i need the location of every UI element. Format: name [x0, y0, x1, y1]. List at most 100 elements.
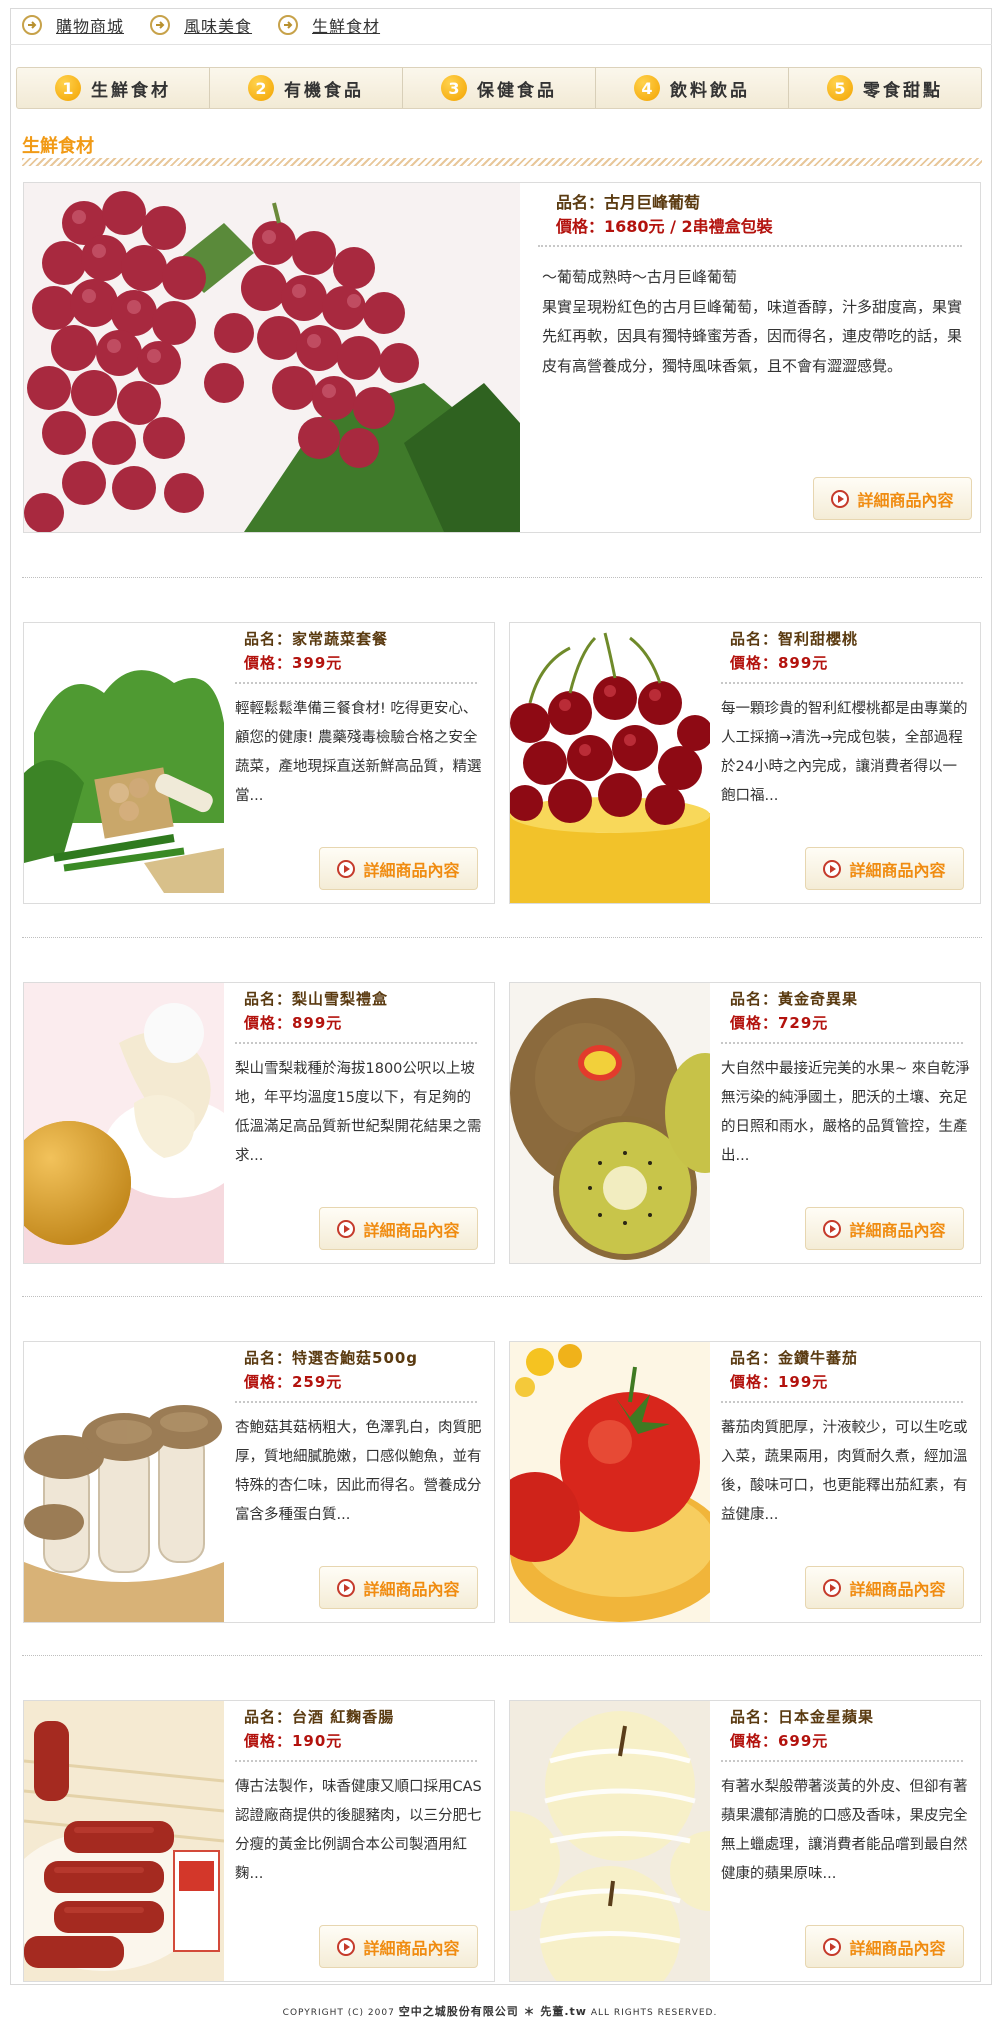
product-desc-text: 果實呈現粉紅色的古月巨峰葡萄，味道香醇，汁多甜度高，果實先紅再軟，因具有獨特蜂蜜… [542, 297, 963, 375]
footer-prefix: COPYRIGHT (C) 2007 [282, 2008, 399, 2018]
product-description: 杏鮑菇其菇柄粗大，色澤乳白，肉質肥厚，質地細膩脆嫩，口感似鮑魚，並有特殊的杏仁味… [235, 1420, 482, 1523]
product-price: 價格：899元 [730, 654, 829, 672]
product-card: 品名：家常蔬菜套餐 價格：399元 輕輕鬆鬆準備三餐食材! 吃得更安心、顧您的健… [23, 622, 495, 904]
product-name: 品名：梨山雪梨禮盒 [244, 990, 389, 1008]
breadcrumb-item-fresh[interactable]: 生鮮食材 [278, 13, 380, 37]
breadcrumb-link[interactable]: 購物商城 [56, 13, 124, 37]
featured-product: 品名：古月巨峰葡萄 價格：1680元 / 2串禮盒包裝 ～葡萄成熟時～古月巨峰葡… [23, 182, 981, 533]
product-description: 有著水梨般帶著淡黃的外皮、但卻有著蘋果濃郁清脆的口感及香味，果皮完全無上蠟處理，… [721, 1779, 968, 1882]
product-price: 價格：729元 [730, 1014, 829, 1032]
play-icon [337, 1937, 356, 1956]
grape-image[interactable] [24, 183, 520, 532]
details-button[interactable]: 詳細商品內容 [813, 477, 972, 520]
play-icon [337, 1219, 356, 1238]
mushroom-image[interactable] [24, 1342, 224, 1622]
product-info: 品名：日本金星蘋果 價格：699元 [730, 1705, 874, 1753]
row-separator [22, 937, 982, 938]
breadcrumb: 購物商城 風味美食 生鮮食材 [22, 12, 406, 38]
product-name: 品名：家常蔬菜套餐 [244, 630, 389, 648]
nav-tab-drinks[interactable]: 4 飲料飲品 [596, 68, 789, 108]
number-badge-icon: 4 [634, 75, 660, 101]
product-card: 品名：台酒 紅麴香腸 價格：190元 傳古法製作，味香健康又順口採用CAS認證廠… [23, 1700, 495, 1982]
kiwi-image[interactable] [510, 983, 710, 1263]
number-badge-icon: 1 [55, 75, 81, 101]
details-button[interactable]: 詳細商品內容 [319, 1207, 478, 1250]
nav-tab-health[interactable]: 3 保健食品 [403, 68, 596, 108]
arrow-right-icon [150, 15, 171, 35]
details-button-label: 詳細商品內容 [363, 1938, 460, 1958]
arrow-right-icon [278, 15, 299, 35]
product-description: ～葡萄成熟時～古月巨峰葡萄 果實呈現粉紅色的古月巨峰葡萄，味道香醇，汁多甜度高，… [542, 263, 964, 381]
nav-tab-label: 生鮮食材 [91, 80, 171, 101]
product-info: 品名：家常蔬菜套餐 價格：399元 [244, 627, 388, 675]
product-description: 蕃茄肉質肥厚，汁液較少，可以生吃或入菜，蔬果兩用，肉質耐久煮，經加溫後，酸味可口… [721, 1420, 968, 1523]
product-name: 品名：古月巨峰葡萄 [556, 193, 701, 212]
product-name: 品名：台酒 紅麴香腸 [244, 1708, 395, 1726]
details-button-label: 詳細商品內容 [363, 860, 460, 880]
footer-copyright: COPYRIGHT (C) 2007 空中之城股份有限公司 ＊ 先董.tw AL… [0, 2003, 1000, 2019]
play-icon [831, 489, 850, 508]
details-button[interactable]: 詳細商品內容 [805, 847, 964, 890]
details-button[interactable]: 詳細商品內容 [805, 1925, 964, 1968]
featured-info: 品名：古月巨峰葡萄 價格：1680元 / 2串禮盒包裝 [556, 191, 773, 239]
number-badge-icon: 2 [248, 75, 274, 101]
product-card: 品名：梨山雪梨禮盒 價格：899元 梨山雪梨栽種於海拔1800公呎以上坡地，年平… [23, 982, 495, 1264]
play-icon [823, 1578, 842, 1597]
row-separator [22, 577, 982, 578]
nav-tab-organic[interactable]: 2 有機食品 [210, 68, 403, 108]
details-button-label: 詳細商品內容 [849, 860, 946, 880]
breadcrumb-link[interactable]: 風味美食 [184, 13, 252, 37]
divider [721, 1760, 963, 1762]
product-info: 品名：智利甜櫻桃 價格：899元 [730, 627, 858, 675]
nav-tab-fresh[interactable]: 1 生鮮食材 [17, 68, 210, 108]
row-separator [22, 1655, 982, 1656]
product-description: 輕輕鬆鬆準備三餐食材! 吃得更安心、顧您的健康! 農藥殘毒檢驗合格之安全蔬菜，產… [235, 701, 482, 804]
product-description: 每一顆珍貴的智利紅櫻桃都是由專業的人工採摘→清洗→完成包裝，全部過程於24小時之… [721, 701, 968, 804]
product-card: 品名：黃金奇異果 價格：729元 大自然中最接近完美的水果~ 來自乾淨無污染的純… [509, 982, 981, 1264]
details-button-label: 詳細商品內容 [857, 490, 954, 510]
tomato-image[interactable] [510, 1342, 710, 1622]
product-name: 品名：金鑽牛蕃茄 [730, 1349, 859, 1367]
footer-company: 空中之城股份有限公司 ＊ 先董.tw [398, 2005, 587, 2018]
details-button[interactable]: 詳細商品內容 [319, 1566, 478, 1609]
divider [235, 1042, 477, 1044]
decorative-stripe [22, 158, 982, 166]
nav-tab-label: 飲料飲品 [670, 80, 750, 101]
details-button-label: 詳細商品內容 [849, 1220, 946, 1240]
product-info: 品名：特選杏鮑菇500g 價格：259元 [244, 1346, 418, 1394]
divider [10, 44, 992, 45]
product-price: 價格：199元 [730, 1373, 829, 1391]
product-card: 品名：特選杏鮑菇500g 價格：259元 杏鮑菇其菇柄粗大，色澤乳白，肉質肥厚，… [23, 1341, 495, 1623]
play-icon [337, 859, 356, 878]
play-icon [823, 1937, 842, 1956]
details-button-label: 詳細商品內容 [849, 1938, 946, 1958]
vegetables-image[interactable] [24, 623, 224, 903]
details-button[interactable]: 詳細商品內容 [805, 1207, 964, 1250]
pear-image[interactable] [24, 983, 224, 1263]
details-button[interactable]: 詳細商品內容 [805, 1566, 964, 1609]
arrow-right-icon [22, 15, 42, 35]
cherries-image[interactable] [510, 623, 710, 903]
breadcrumb-link[interactable]: 生鮮食材 [312, 13, 380, 37]
breadcrumb-item-food[interactable]: 風味美食 [150, 13, 252, 37]
nav-tab-label: 有機食品 [284, 80, 364, 101]
details-button[interactable]: 詳細商品內容 [319, 1925, 478, 1968]
product-name: 品名：黃金奇異果 [730, 990, 859, 1008]
breadcrumb-item-shop[interactable]: 購物商城 [22, 13, 124, 37]
divider [235, 1760, 477, 1762]
nav-tab-label: 保健食品 [477, 80, 557, 101]
product-card: 品名：金鑽牛蕃茄 價格：199元 蕃茄肉質肥厚，汁液較少，可以生吃或入菜，蔬果兩… [509, 1341, 981, 1623]
nav-tab-snacks[interactable]: 5 零食甜點 [789, 68, 981, 108]
number-badge-icon: 3 [441, 75, 467, 101]
product-info: 品名：台酒 紅麴香腸 價格：190元 [244, 1705, 394, 1753]
apple-image[interactable] [510, 1701, 710, 1981]
category-nav: 1 生鮮食材 2 有機食品 3 保健食品 4 飲料飲品 5 零食甜點 [16, 67, 982, 109]
sausage-image[interactable] [24, 1701, 224, 1981]
play-icon [823, 1219, 842, 1238]
details-button[interactable]: 詳細商品內容 [319, 847, 478, 890]
product-card: 品名：智利甜櫻桃 價格：899元 每一顆珍貴的智利紅櫻桃都是由專業的人工採摘→清… [509, 622, 981, 904]
product-price: 價格：899元 [244, 1014, 343, 1032]
product-price: 價格：699元 [730, 1732, 829, 1750]
play-icon [823, 859, 842, 878]
nav-tab-label: 零食甜點 [863, 80, 943, 101]
